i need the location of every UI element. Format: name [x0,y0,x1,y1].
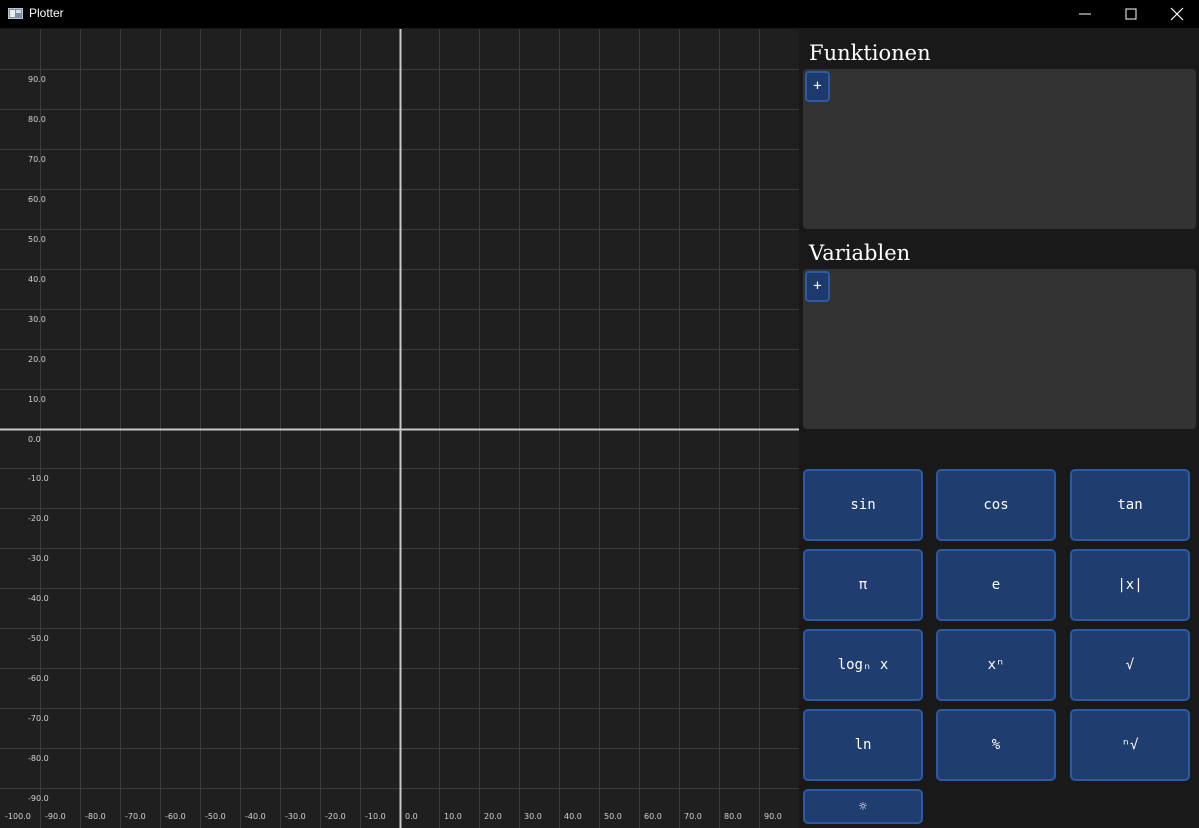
y-tick-label: 90.0 [28,75,46,84]
x-tick-label: -10.0 [365,812,386,821]
y-tick-label: 10.0 [28,395,46,404]
x-tick-label: 70.0 [684,812,702,821]
x-tick-label: 60.0 [644,812,662,821]
pi-button[interactable]: π [803,549,923,621]
log-n-button[interactable]: logₙ x [803,629,923,701]
window-title: Plotter [29,6,64,20]
modulo-button[interactable]: % [936,709,1056,781]
title-bar: Plotter [0,0,1199,28]
close-icon [1170,7,1184,21]
add-variable-button[interactable]: + [805,271,830,302]
app-icon [8,8,23,19]
variables-title: Variablen [809,241,911,265]
y-tick-label: 40.0 [28,275,46,284]
x-tick-label: -60.0 [165,812,186,821]
maximize-button[interactable] [1108,0,1154,28]
y-tick-label: -10.0 [28,474,49,483]
x-tick-label: -90.0 [45,812,66,821]
y-tick-label: -70.0 [28,714,49,723]
x-tick-label: 40.0 [564,812,582,821]
y-tick-label: -20.0 [28,514,49,523]
maximize-icon [1125,8,1137,20]
x-tick-label: -70.0 [125,812,146,821]
sqrt-button[interactable]: √ [1070,629,1190,701]
y-tick-label: 20.0 [28,355,46,364]
close-button[interactable] [1154,0,1199,28]
y-tick-label: 80.0 [28,115,46,124]
x-tick-label: -50.0 [205,812,226,821]
x-tick-label: -100.0 [5,812,31,821]
x-tick-label: 50.0 [604,812,622,821]
y-tick-label: -30.0 [28,554,49,563]
x-tick-label: 0.0 [405,812,418,821]
minimize-button[interactable] [1062,0,1108,28]
x-tick-label: 30.0 [524,812,542,821]
variables-list: + [803,269,1196,429]
power-button[interactable]: xⁿ [936,629,1056,701]
functions-title: Funktionen [809,41,931,65]
y-tick-label: 30.0 [28,315,46,324]
x-tick-label: 80.0 [724,812,742,821]
x-tick-label: -30.0 [285,812,306,821]
y-tick-label: -60.0 [28,674,49,683]
ln-button[interactable]: ln [803,709,923,781]
y-tick-label: 70.0 [28,155,46,164]
y-tick-label: 0.0 [28,435,41,444]
x-tick-label: 90.0 [764,812,782,821]
x-tick-label: -80.0 [85,812,106,821]
y-tick-label: 60.0 [28,195,46,204]
add-function-button[interactable]: + [805,71,830,102]
sin-button[interactable]: sin [803,469,923,541]
coordinate-grid: 90.0 80.0 70.0 60.0 50.0 40.0 30.0 20.0 10.0 0.0 -… [0,29,799,828]
y-tick-label: -40.0 [28,594,49,603]
y-tick-label: 50.0 [28,235,46,244]
nth-root-button[interactable]: ⁿ√ [1070,709,1190,781]
functions-list: + [803,69,1196,229]
y-tick-label: -90.0 [28,794,49,803]
x-tick-label: -40.0 [245,812,266,821]
y-tick-label: -50.0 [28,634,49,643]
tan-button[interactable]: tan [1070,469,1190,541]
plot-canvas[interactable]: 90.0 80.0 70.0 60.0 50.0 40.0 30.0 20.0 10.0 0.0 -… [0,29,799,828]
minimize-icon [1079,13,1091,15]
sidebar: Funktionen + Variablen + sin cos tan π e… [799,29,1199,828]
x-tick-label: 10.0 [444,812,462,821]
cos-button[interactable]: cos [936,469,1056,541]
x-tick-label: 20.0 [484,812,502,821]
abs-button[interactable]: |x| [1070,549,1190,621]
euler-button[interactable]: e [936,549,1056,621]
theme-toggle-button[interactable]: ☼ [803,789,923,824]
y-tick-label: -80.0 [28,754,49,763]
x-tick-label: -20.0 [325,812,346,821]
